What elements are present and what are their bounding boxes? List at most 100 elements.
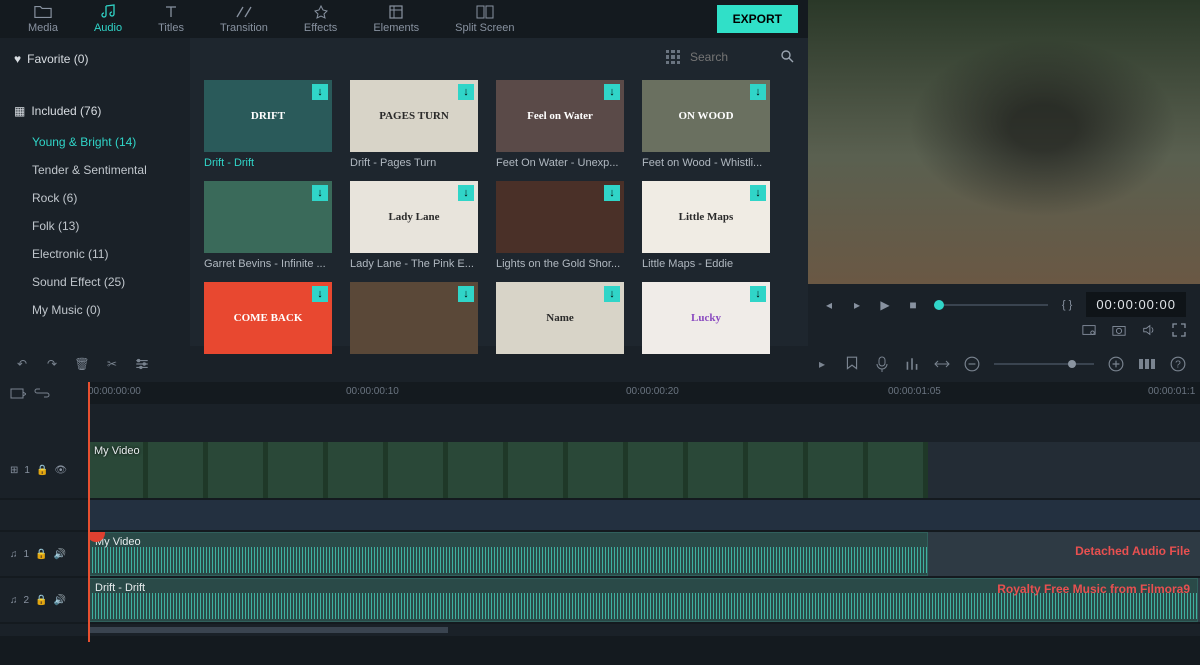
download-icon[interactable]: ↓ (312, 286, 328, 302)
timeline-ruler[interactable]: 00:00:00:00 00:00:00:10 00:00:00:20 00:0… (88, 382, 1200, 404)
download-icon[interactable]: ↓ (458, 84, 474, 100)
tab-effects[interactable]: Effects (286, 0, 355, 38)
cut-icon[interactable]: ✂ (104, 356, 120, 372)
annotation-detached: Detached Audio File (1075, 544, 1190, 558)
clip-thumb[interactable]: DRIFT↓Drift - Drift (204, 80, 332, 169)
speaker-icon[interactable]: 🔊 (54, 595, 66, 606)
audio-track-2[interactable]: ♫2🔒🔊 Drift - Drift Royalty Free Music fr… (0, 578, 1200, 622)
quality-icon[interactable] (1082, 323, 1096, 337)
clip-thumb[interactable]: Lady Lane↓Lady Lane - The Pink E... (350, 181, 478, 270)
download-icon[interactable]: ↓ (750, 84, 766, 100)
undo-icon[interactable]: ↶ (14, 356, 30, 372)
video-track-1[interactable]: ⊞1🔒👁 My Video (0, 442, 1200, 498)
lock-icon[interactable]: 🔒 (35, 549, 47, 560)
h-scrollbar[interactable] (88, 627, 448, 633)
play-icon[interactable]: ▶ (878, 298, 892, 312)
download-icon[interactable]: ↓ (458, 286, 474, 302)
sidebar-item-soundeffect[interactable]: Sound Effect (25) (0, 268, 190, 296)
play-back-icon[interactable]: ▸ (850, 298, 864, 312)
zoom-out-icon[interactable] (964, 356, 980, 372)
video-track-icon: ⊞ (10, 465, 18, 476)
eye-icon[interactable]: 👁 (54, 465, 67, 476)
speaker-icon[interactable]: 🔊 (54, 549, 66, 560)
braces-icon[interactable]: { } (1062, 298, 1072, 312)
search-input[interactable] (690, 50, 770, 64)
download-icon[interactable]: ↓ (604, 84, 620, 100)
snapshot-icon[interactable] (1112, 323, 1126, 337)
effects-icon (312, 4, 330, 20)
favorite-header[interactable]: ♥Favorite (0) (0, 42, 190, 76)
playhead-marker[interactable] (88, 382, 90, 642)
annotation-royaltyfree: Royalty Free Music from Filmora9 (997, 582, 1190, 598)
zoom-slider[interactable] (994, 363, 1094, 365)
clip-thumb[interactable]: PAGES TURN↓Drift - Pages Turn (350, 80, 478, 169)
lock-icon[interactable]: 🔒 (35, 595, 47, 606)
download-icon[interactable]: ↓ (750, 185, 766, 201)
adjust-icon[interactable] (134, 356, 150, 372)
prev-frame-icon[interactable]: ◂ (822, 298, 836, 312)
clip-thumb[interactable]: COME BACK↓ (204, 282, 332, 354)
clip-thumb[interactable]: ON WOOD↓Feet on Wood - Whistli... (642, 80, 770, 169)
tracks-icon[interactable] (1138, 356, 1156, 372)
tab-transition[interactable]: Transition (202, 0, 286, 38)
mixer-icon[interactable] (904, 356, 920, 372)
download-icon[interactable]: ↓ (604, 185, 620, 201)
sidebar-item-electronic[interactable]: Electronic (11) (0, 240, 190, 268)
clip-thumb[interactable]: Feel on Water↓Feet On Water - Unexp... (496, 80, 624, 169)
audio-clip-1[interactable]: My Video (88, 532, 928, 576)
redo-icon[interactable]: ↷ (44, 356, 60, 372)
help-icon[interactable]: ? (1170, 356, 1186, 372)
preview-panel: ◂ ▸ ▶ ■ { } 00:00:00:00 (808, 0, 1200, 346)
folder-icon (34, 4, 52, 20)
tab-media[interactable]: Media (10, 0, 76, 38)
main-tabs: Media Audio Titles Transition Effects El… (0, 0, 808, 38)
volume-icon[interactable] (1142, 323, 1156, 337)
download-icon[interactable]: ↓ (312, 185, 328, 201)
clip-browser: DRIFT↓Drift - DriftPAGES TURN↓Drift - Pa… (190, 38, 808, 370)
manage-tracks-icon[interactable] (10, 385, 26, 401)
download-icon[interactable]: ↓ (312, 84, 328, 100)
view-grid-icon[interactable] (666, 50, 680, 64)
delete-icon[interactable]: 🗑 (74, 356, 90, 372)
playhead-slider[interactable] (934, 304, 1048, 306)
sidebar-item-folk[interactable]: Folk (13) (0, 212, 190, 240)
audio-track-1[interactable]: ♫1🔒🔊 My Video Detached Audio File (0, 532, 1200, 576)
clip-thumb[interactable]: ↓Garret Bevins - Infinite ... (204, 181, 332, 270)
preview-viewport[interactable] (808, 0, 1200, 284)
marker-icon[interactable] (844, 356, 860, 372)
lock-icon[interactable]: 🔒 (36, 465, 48, 476)
record-icon[interactable] (874, 356, 890, 372)
fit-icon[interactable] (934, 356, 950, 372)
download-icon[interactable]: ↓ (750, 286, 766, 302)
stop-icon[interactable]: ■ (906, 298, 920, 312)
grid-icon: ▦ (14, 104, 25, 118)
download-icon[interactable]: ↓ (604, 286, 620, 302)
timecode-display: 00:00:00:00 (1086, 292, 1186, 317)
video-clip[interactable]: My Video (88, 442, 928, 498)
clip-thumb[interactable]: ↓ (350, 282, 478, 354)
export-button[interactable]: EXPORT (717, 5, 798, 33)
sidebar-item-tender[interactable]: Tender & Sentimental (0, 156, 190, 184)
tab-titles[interactable]: Titles (140, 0, 202, 38)
tab-splitscreen[interactable]: Split Screen (437, 0, 532, 38)
clip-thumb[interactable]: Name↓ (496, 282, 624, 354)
included-header[interactable]: ▦Included (76) (0, 94, 190, 128)
library-panel: Media Audio Titles Transition Effects El… (0, 0, 808, 346)
sidebar-item-rock[interactable]: Rock (6) (0, 184, 190, 212)
download-icon[interactable]: ↓ (458, 185, 474, 201)
fullscreen-icon[interactable] (1172, 323, 1186, 337)
clip-thumb[interactable]: Lucky↓ (642, 282, 770, 354)
search-icon[interactable] (780, 49, 794, 66)
tab-audio[interactable]: Audio (76, 0, 140, 38)
clip-thumb[interactable]: ↓Lights on the Gold Shor... (496, 181, 624, 270)
music-icon: ♫ (10, 595, 18, 606)
sidebar-item-young[interactable]: Young & Bright (14) (0, 128, 190, 156)
zoom-in-icon[interactable] (1108, 356, 1124, 372)
link-icon[interactable] (34, 385, 50, 401)
clip-label: Little Maps - Eddie (642, 258, 770, 270)
sidebar-item-mymusic[interactable]: My Music (0) (0, 296, 190, 324)
clip-label: Lady Lane - The Pink E... (350, 258, 478, 270)
clip-thumb[interactable]: Little Maps↓Little Maps - Eddie (642, 181, 770, 270)
render-icon[interactable]: ▸ (814, 356, 830, 372)
tab-elements[interactable]: Elements (355, 0, 437, 38)
